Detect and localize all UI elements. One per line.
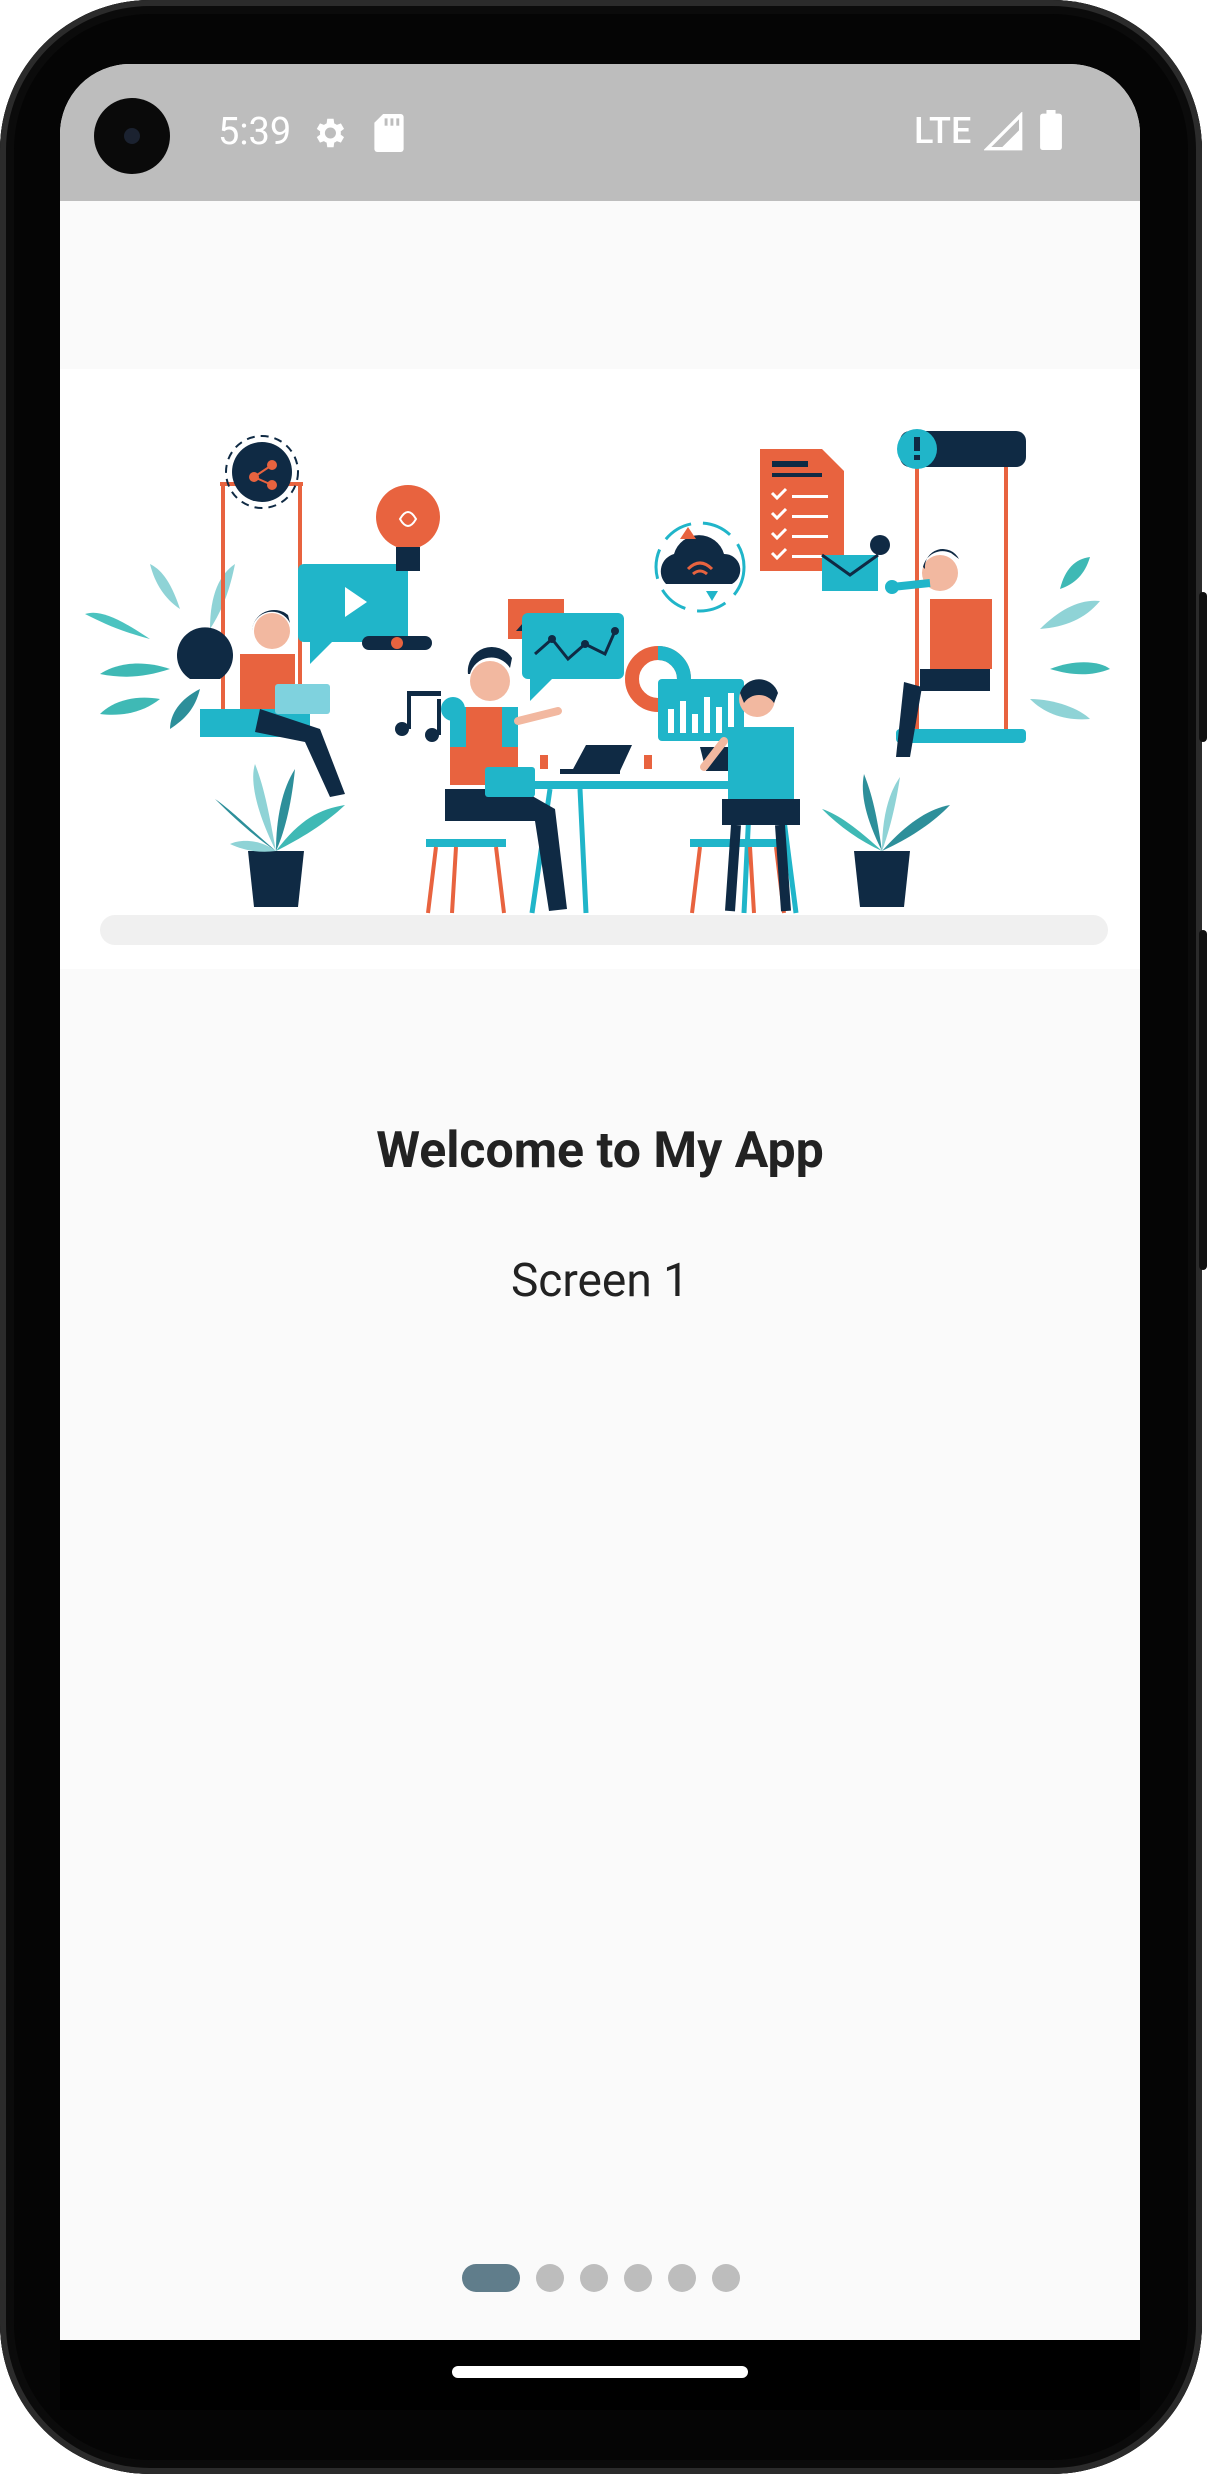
top-spacer [60, 201, 1140, 369]
video-bubble [298, 564, 432, 664]
power-button [1199, 592, 1207, 742]
onboarding-illustration [60, 369, 1140, 969]
plant-right-bg [1030, 557, 1110, 720]
swing-right [885, 429, 1026, 757]
device-screen: 5:39 LTE Welcome to My App Screen 1 [60, 64, 1140, 2340]
lightbulb [376, 485, 440, 571]
navigation-bar [60, 2340, 1140, 2410]
onboarding-subtitle: Screen 1 [510, 1254, 689, 1308]
page-dot-6[interactable] [712, 2264, 740, 2292]
cloud-wifi [654, 521, 746, 613]
page-dot-3[interactable] [580, 2264, 608, 2292]
onboarding-title: Welcome to My App [376, 1122, 824, 1180]
potted-plant-right [822, 774, 950, 907]
sd-card-icon [374, 114, 404, 152]
page-dot-2[interactable] [536, 2264, 564, 2292]
home-gesture-bar[interactable] [452, 2366, 748, 2378]
team-collaboration-illustration [85, 429, 1110, 945]
status-bar: 5:39 LTE [60, 64, 1140, 201]
signal-icon [984, 112, 1023, 151]
settings-gear-icon [316, 118, 345, 148]
person-left-table [426, 646, 567, 914]
page-dot-4[interactable] [624, 2264, 652, 2292]
network-type-label: LTE [914, 110, 972, 152]
volume-button [1199, 930, 1207, 1270]
phone-frame: 5:39 LTE Welcome to My App Screen 1 [0, 0, 1207, 2474]
document-checklist [760, 449, 844, 571]
page-dot-1[interactable] [462, 2264, 520, 2292]
page-dot-5[interactable] [668, 2264, 696, 2292]
battery-icon [1040, 110, 1062, 150]
status-time: 5:39 [218, 110, 292, 154]
chart-bubble [522, 613, 624, 701]
front-camera [94, 98, 170, 174]
